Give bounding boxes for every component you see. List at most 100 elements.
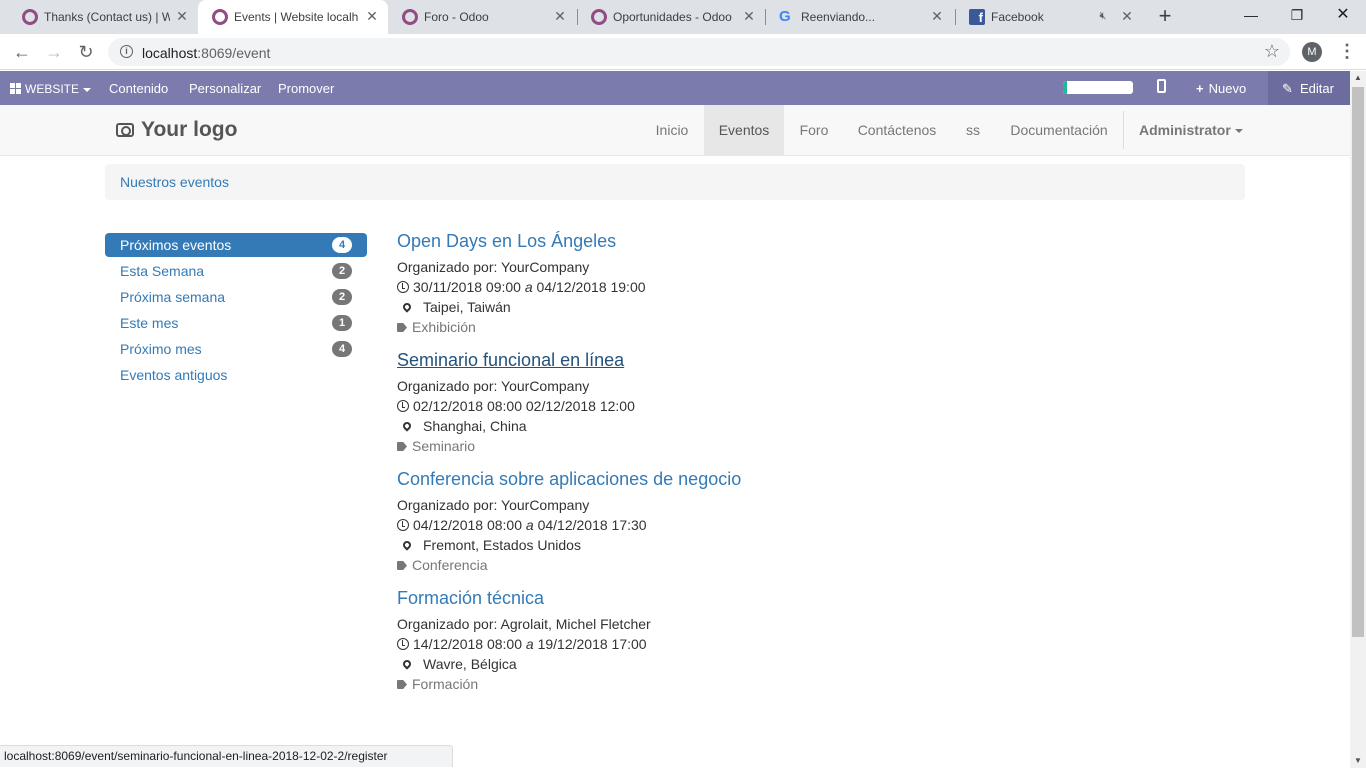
- close-icon[interactable]: ✕: [1119, 8, 1135, 24]
- filter-eventos-antiguos[interactable]: Eventos antiguos: [105, 363, 367, 387]
- back-button[interactable]: ←: [10, 40, 34, 64]
- close-icon[interactable]: ✕: [552, 8, 568, 24]
- close-icon[interactable]: ✕: [929, 8, 945, 24]
- event-organizer: Organizado por: YourCompany: [397, 259, 590, 275]
- bookmark-star-icon[interactable]: ☆: [1264, 41, 1280, 62]
- filter-label: Eventos antiguos: [120, 367, 228, 383]
- filter-proximos-eventos[interactable]: Próximos eventos 4: [105, 233, 367, 257]
- close-icon[interactable]: ✕: [741, 8, 757, 24]
- nav-foro[interactable]: Foro: [786, 105, 842, 155]
- event-organizer: Organizado por: YourCompany: [397, 378, 590, 394]
- reload-button[interactable]: ↻: [74, 40, 98, 64]
- event-title-link[interactable]: Formación técnica: [397, 588, 544, 609]
- event-end: 02/12/2018 12:00: [525, 398, 635, 414]
- new-tab-button[interactable]: +: [1154, 5, 1176, 29]
- scrollbar-thumb[interactable]: [1352, 87, 1364, 637]
- user-menu[interactable]: Administrator: [1139, 105, 1243, 155]
- speaker-muted-icon[interactable]: 🔇︎: [1095, 8, 1111, 24]
- browser-tab[interactable]: Thanks (Contact us) | W ✕: [8, 0, 198, 34]
- apps-grid-icon: [10, 83, 21, 94]
- menu-promover[interactable]: Promover: [278, 81, 334, 96]
- filter-label: Próximo mes: [120, 341, 202, 357]
- date-separator: a: [524, 279, 533, 295]
- map-marker-icon: [401, 658, 413, 670]
- tab-strip: Thanks (Contact us) | W ✕ Events | Websi…: [0, 0, 1366, 34]
- new-button[interactable]: + Nuevo: [1196, 81, 1246, 96]
- info-icon[interactable]: i: [120, 45, 133, 58]
- logo-text: Your logo: [141, 118, 238, 141]
- tag-text: Formación: [412, 676, 479, 692]
- browser-tab[interactable]: Oportunidades - Odoo ✕: [577, 0, 765, 34]
- filter-este-mes[interactable]: Este mes 1: [105, 311, 367, 335]
- close-icon[interactable]: ✕: [174, 8, 190, 24]
- event-title-link[interactable]: Open Days en Los Ángeles: [397, 231, 616, 252]
- window-close-button[interactable]: ✕: [1320, 0, 1366, 30]
- event-end: 04/12/2018 17:30: [537, 517, 647, 533]
- menu-contenido[interactable]: Contenido: [109, 81, 168, 96]
- event-location: Shanghai, China: [397, 418, 527, 434]
- menu-personalizar[interactable]: Personalizar: [189, 81, 261, 96]
- event-tag: Conferencia: [397, 557, 488, 573]
- event-organizer: Organizado por: YourCompany: [397, 497, 590, 513]
- tag-text: Conferencia: [412, 557, 488, 573]
- scroll-up-arrow-icon[interactable]: ▲: [1350, 71, 1366, 85]
- website-menu[interactable]: WEBSITE: [10, 81, 92, 96]
- odoo-icon: [22, 9, 38, 25]
- profile-avatar[interactable]: M: [1302, 42, 1322, 62]
- filter-proximo-mes[interactable]: Próximo mes 4: [105, 337, 367, 361]
- browser-tab[interactable]: Foro - Odoo ✕: [388, 0, 576, 34]
- nav-eventos[interactable]: Eventos: [704, 105, 784, 155]
- pencil-icon: ✎: [1282, 81, 1293, 96]
- browser-tab-active[interactable]: Events | Website localho ✕: [198, 0, 388, 34]
- address-bar[interactable]: i localhost:8069/event ☆: [108, 38, 1290, 66]
- breadcrumb-link[interactable]: Nuestros eventos: [120, 174, 229, 190]
- site-logo[interactable]: Your logo: [116, 118, 237, 142]
- url-text: localhost:8069/event: [142, 45, 270, 61]
- edit-button[interactable]: ✎ Editar: [1268, 71, 1350, 105]
- browser-tab[interactable]: G Reenviando... ✕: [765, 0, 955, 34]
- filter-esta-semana[interactable]: Esta Semana 2: [105, 259, 367, 283]
- tab-title: Reenviando...: [801, 10, 876, 24]
- odoo-icon: [402, 9, 418, 25]
- user-name: Administrator: [1139, 122, 1231, 138]
- event-title-link[interactable]: Conferencia sobre aplicaciones de negoci…: [397, 469, 741, 490]
- count-badge: 2: [332, 289, 352, 305]
- map-marker-icon: [401, 301, 413, 313]
- mobile-preview-icon[interactable]: [1157, 79, 1166, 96]
- facebook-icon: f: [969, 9, 985, 25]
- plus-icon: +: [1196, 81, 1204, 96]
- browser-menu-icon[interactable]: ⋮: [1338, 40, 1356, 62]
- event-title-link[interactable]: Seminario funcional en línea: [397, 350, 624, 371]
- forward-button[interactable]: →: [42, 40, 66, 64]
- tab-title: Events | Website localho: [234, 10, 358, 24]
- event-start: 30/11/2018 09:00: [413, 279, 521, 295]
- event-item: Formación técnica Organizado por: Agrola…: [397, 588, 997, 698]
- restore-button[interactable]: ❐: [1274, 0, 1320, 30]
- filter-proxima-semana[interactable]: Próxima semana 2: [105, 285, 367, 309]
- count-badge: 4: [332, 237, 352, 253]
- filter-label: Esta Semana: [120, 263, 205, 279]
- url-path: :8069/event: [197, 45, 271, 61]
- odoo-icon: [591, 9, 607, 25]
- map-marker-icon: [401, 539, 413, 551]
- nav-documentacion[interactable]: Documentación: [998, 105, 1120, 155]
- scroll-down-arrow-icon[interactable]: ▼: [1350, 754, 1366, 768]
- nav-contactenos[interactable]: Contáctenos: [846, 105, 948, 155]
- breadcrumb: Nuestros eventos: [105, 164, 1245, 200]
- minimize-button[interactable]: —: [1228, 0, 1274, 30]
- nav-inicio[interactable]: Inicio: [642, 105, 702, 155]
- browser-tab[interactable]: f Facebook 🔇︎ ✕: [955, 0, 1145, 34]
- event-item: Open Days en Los Ángeles Organizado por:…: [397, 231, 997, 341]
- event-start: 14/12/2018 08:00: [413, 636, 522, 652]
- close-icon[interactable]: ✕: [364, 8, 380, 24]
- nav-ss[interactable]: ss: [953, 105, 993, 155]
- edit-label: Editar: [1300, 81, 1334, 96]
- onboarding-progress-bar[interactable]: [1063, 81, 1133, 94]
- page-scrollbar[interactable]: ▲ ▼: [1350, 71, 1366, 768]
- tag-text: Exhibición: [412, 319, 476, 335]
- event-location: Wavre, Bélgica: [397, 656, 517, 672]
- google-icon: G: [779, 8, 791, 25]
- website-label: WEBSITE: [25, 82, 80, 96]
- event-end: 19/12/2018 17:00: [537, 636, 647, 652]
- event-start: 02/12/2018 08:00: [413, 398, 522, 414]
